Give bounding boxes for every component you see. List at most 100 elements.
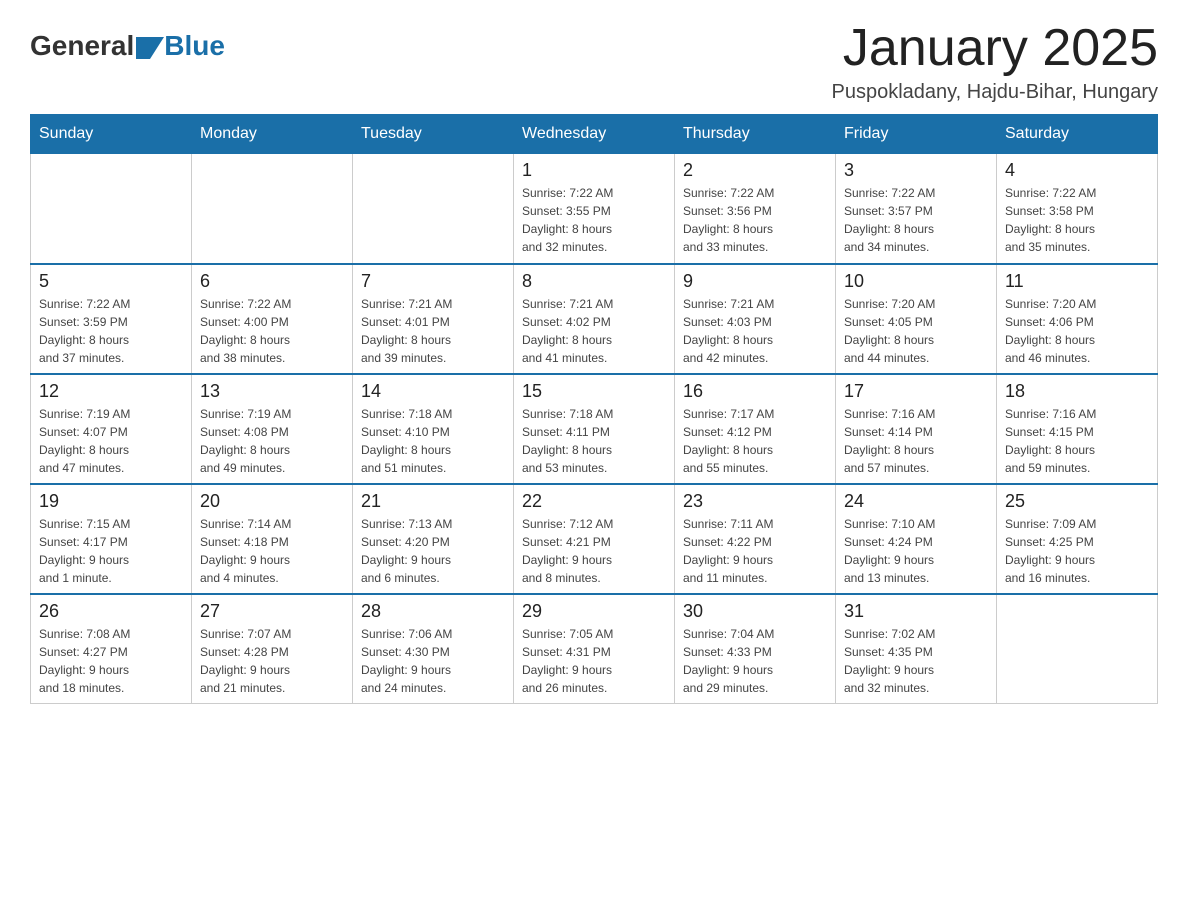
- day-number: 20: [200, 491, 344, 512]
- calendar-day-cell: [31, 154, 192, 264]
- calendar-day-cell: 5Sunrise: 7:22 AM Sunset: 3:59 PM Daylig…: [31, 264, 192, 374]
- day-info: Sunrise: 7:13 AM Sunset: 4:20 PM Dayligh…: [361, 515, 505, 587]
- day-number: 29: [522, 601, 666, 622]
- calendar-week-row: 5Sunrise: 7:22 AM Sunset: 3:59 PM Daylig…: [31, 264, 1158, 374]
- calendar-week-row: 19 Sunrise: 7:15 AM Sunset: 4:17 PM Dayli…: [31, 484, 1158, 594]
- day-info: Sunrise: 7:05 AM Sunset: 4:31 PM Dayligh…: [522, 625, 666, 697]
- day-info: Sunrise: 7:09 AM Sunset: 4:25 PM Dayligh…: [1005, 515, 1149, 587]
- weekday-header-monday: Monday: [192, 115, 353, 154]
- weekday-header-friday: Friday: [836, 115, 997, 154]
- day-info: Sunrise: 7:06 AM Sunset: 4:30 PM Dayligh…: [361, 625, 505, 697]
- day-number: 9: [683, 271, 827, 292]
- day-number: 7: [361, 271, 505, 292]
- day-number: 30: [683, 601, 827, 622]
- calendar-day-cell: 4Sunrise: 7:22 AM Sunset: 3:58 PM Daylig…: [997, 154, 1158, 264]
- calendar-day-cell: 22 Sunrise: 7:12 AM Sunset: 4:21 PM Dayli…: [514, 484, 675, 594]
- day-number: 2: [683, 160, 827, 181]
- weekday-header-wednesday: Wednesday: [514, 115, 675, 154]
- day-number: 27: [200, 601, 344, 622]
- day-number: 12: [39, 381, 183, 402]
- day-number: 26: [39, 601, 183, 622]
- calendar-day-cell: 3 Sunrise: 7:22 AM Sunset: 3:57 PM Daylig…: [836, 154, 997, 264]
- day-info: Sunrise: 7:11 AM Sunset: 4:22 PM Dayligh…: [683, 515, 827, 587]
- day-number: 18: [1005, 381, 1149, 402]
- calendar-day-cell: 27 Sunrise: 7:07 AM Sunset: 4:28 PM Dayli…: [192, 594, 353, 704]
- weekday-header-thursday: Thursday: [675, 115, 836, 154]
- calendar-day-cell: 15 Sunrise: 7:18 AM Sunset: 4:11 PM Dayli…: [514, 374, 675, 484]
- weekday-header-sunday: Sunday: [31, 115, 192, 154]
- calendar-day-cell: 13 Sunrise: 7:19 AM Sunset: 4:08 PM Dayli…: [192, 374, 353, 484]
- day-info: Sunrise: 7:19 AM Sunset: 4:07 PM Dayligh…: [39, 405, 183, 477]
- day-info: Sunrise: 7:17 AM Sunset: 4:12 PM Dayligh…: [683, 405, 827, 477]
- calendar-day-cell: 21 Sunrise: 7:13 AM Sunset: 4:20 PM Dayli…: [353, 484, 514, 594]
- day-number: 13: [200, 381, 344, 402]
- day-info: Sunrise: 7:20 AM Sunset: 4:06 PM Dayligh…: [1005, 295, 1149, 367]
- title-area: January 2025 Puspokladany, Hajdu-Bihar, …: [832, 20, 1158, 104]
- day-info: Sunrise: 7:10 AM Sunset: 4:24 PM Dayligh…: [844, 515, 988, 587]
- calendar-day-cell: 18 Sunrise: 7:16 AM Sunset: 4:15 PM Dayli…: [997, 374, 1158, 484]
- calendar-day-cell: 23Sunrise: 7:11 AM Sunset: 4:22 PM Dayli…: [675, 484, 836, 594]
- calendar-day-cell: [192, 154, 353, 264]
- day-number: 10: [844, 271, 988, 292]
- day-number: 16: [683, 381, 827, 402]
- calendar-day-cell: 20 Sunrise: 7:14 AM Sunset: 4:18 PM Dayli…: [192, 484, 353, 594]
- calendar-day-cell: 11Sunrise: 7:20 AM Sunset: 4:06 PM Dayli…: [997, 264, 1158, 374]
- day-number: 3: [844, 160, 988, 181]
- day-info: Sunrise: 7:21 AM Sunset: 4:02 PM Dayligh…: [522, 295, 666, 367]
- calendar-day-cell: 26Sunrise: 7:08 AM Sunset: 4:27 PM Dayli…: [31, 594, 192, 704]
- weekday-header-tuesday: Tuesday: [353, 115, 514, 154]
- calendar-day-cell: [997, 594, 1158, 704]
- day-info: Sunrise: 7:04 AM Sunset: 4:33 PM Dayligh…: [683, 625, 827, 697]
- calendar-day-cell: 12 Sunrise: 7:19 AM Sunset: 4:07 PM Dayli…: [31, 374, 192, 484]
- day-number: 6: [200, 271, 344, 292]
- day-info: Sunrise: 7:14 AM Sunset: 4:18 PM Dayligh…: [200, 515, 344, 587]
- day-info: Sunrise: 7:22 AM Sunset: 4:00 PM Dayligh…: [200, 295, 344, 367]
- calendar-day-cell: 19 Sunrise: 7:15 AM Sunset: 4:17 PM Dayli…: [31, 484, 192, 594]
- logo-icon: [136, 37, 164, 59]
- day-info: Sunrise: 7:20 AM Sunset: 4:05 PM Dayligh…: [844, 295, 988, 367]
- day-number: 31: [844, 601, 988, 622]
- location-subtitle: Puspokladany, Hajdu-Bihar, Hungary: [832, 81, 1158, 104]
- page-header: General Blue January 2025 Puspokladany, …: [30, 20, 1158, 104]
- calendar-day-cell: 1Sunrise: 7:22 AM Sunset: 3:55 PM Daylig…: [514, 154, 675, 264]
- day-number: 15: [522, 381, 666, 402]
- logo: General Blue: [30, 30, 225, 62]
- calendar-day-cell: 31Sunrise: 7:02 AM Sunset: 4:35 PM Dayli…: [836, 594, 997, 704]
- calendar-day-cell: 16 Sunrise: 7:17 AM Sunset: 4:12 PM Dayli…: [675, 374, 836, 484]
- day-info: Sunrise: 7:16 AM Sunset: 4:15 PM Dayligh…: [1005, 405, 1149, 477]
- calendar-day-cell: 29 Sunrise: 7:05 AM Sunset: 4:31 PM Dayli…: [514, 594, 675, 704]
- day-number: 4: [1005, 160, 1149, 181]
- day-info: Sunrise: 7:22 AM Sunset: 3:57 PM Dayligh…: [844, 184, 988, 256]
- day-number: 22: [522, 491, 666, 512]
- calendar-day-cell: 25Sunrise: 7:09 AM Sunset: 4:25 PM Dayli…: [997, 484, 1158, 594]
- calendar-day-cell: 17 Sunrise: 7:16 AM Sunset: 4:14 PM Dayli…: [836, 374, 997, 484]
- day-info: Sunrise: 7:19 AM Sunset: 4:08 PM Dayligh…: [200, 405, 344, 477]
- day-number: 1: [522, 160, 666, 181]
- logo-general: General: [30, 30, 134, 62]
- calendar-week-row: 12 Sunrise: 7:19 AM Sunset: 4:07 PM Dayli…: [31, 374, 1158, 484]
- day-info: Sunrise: 7:15 AM Sunset: 4:17 PM Dayligh…: [39, 515, 183, 587]
- day-number: 17: [844, 381, 988, 402]
- day-info: Sunrise: 7:21 AM Sunset: 4:01 PM Dayligh…: [361, 295, 505, 367]
- day-number: 5: [39, 271, 183, 292]
- calendar-day-cell: 2 Sunrise: 7:22 AM Sunset: 3:56 PM Daylig…: [675, 154, 836, 264]
- calendar-week-row: 26Sunrise: 7:08 AM Sunset: 4:27 PM Dayli…: [31, 594, 1158, 704]
- day-info: Sunrise: 7:16 AM Sunset: 4:14 PM Dayligh…: [844, 405, 988, 477]
- day-info: Sunrise: 7:22 AM Sunset: 3:56 PM Dayligh…: [683, 184, 827, 256]
- day-info: Sunrise: 7:18 AM Sunset: 4:11 PM Dayligh…: [522, 405, 666, 477]
- day-number: 21: [361, 491, 505, 512]
- day-info: Sunrise: 7:18 AM Sunset: 4:10 PM Dayligh…: [361, 405, 505, 477]
- calendar-day-cell: 24Sunrise: 7:10 AM Sunset: 4:24 PM Dayli…: [836, 484, 997, 594]
- calendar-day-cell: 7 Sunrise: 7:21 AM Sunset: 4:01 PM Daylig…: [353, 264, 514, 374]
- calendar-day-cell: 6 Sunrise: 7:22 AM Sunset: 4:00 PM Daylig…: [192, 264, 353, 374]
- day-info: Sunrise: 7:12 AM Sunset: 4:21 PM Dayligh…: [522, 515, 666, 587]
- day-number: 14: [361, 381, 505, 402]
- logo-blue: Blue: [164, 30, 225, 62]
- calendar-day-cell: [353, 154, 514, 264]
- calendar-week-row: 1Sunrise: 7:22 AM Sunset: 3:55 PM Daylig…: [31, 154, 1158, 264]
- calendar-day-cell: 14 Sunrise: 7:18 AM Sunset: 4:10 PM Dayli…: [353, 374, 514, 484]
- calendar-day-cell: 30 Sunrise: 7:04 AM Sunset: 4:33 PM Dayli…: [675, 594, 836, 704]
- day-number: 19: [39, 491, 183, 512]
- day-info: Sunrise: 7:07 AM Sunset: 4:28 PM Dayligh…: [200, 625, 344, 697]
- calendar-day-cell: 28Sunrise: 7:06 AM Sunset: 4:30 PM Dayli…: [353, 594, 514, 704]
